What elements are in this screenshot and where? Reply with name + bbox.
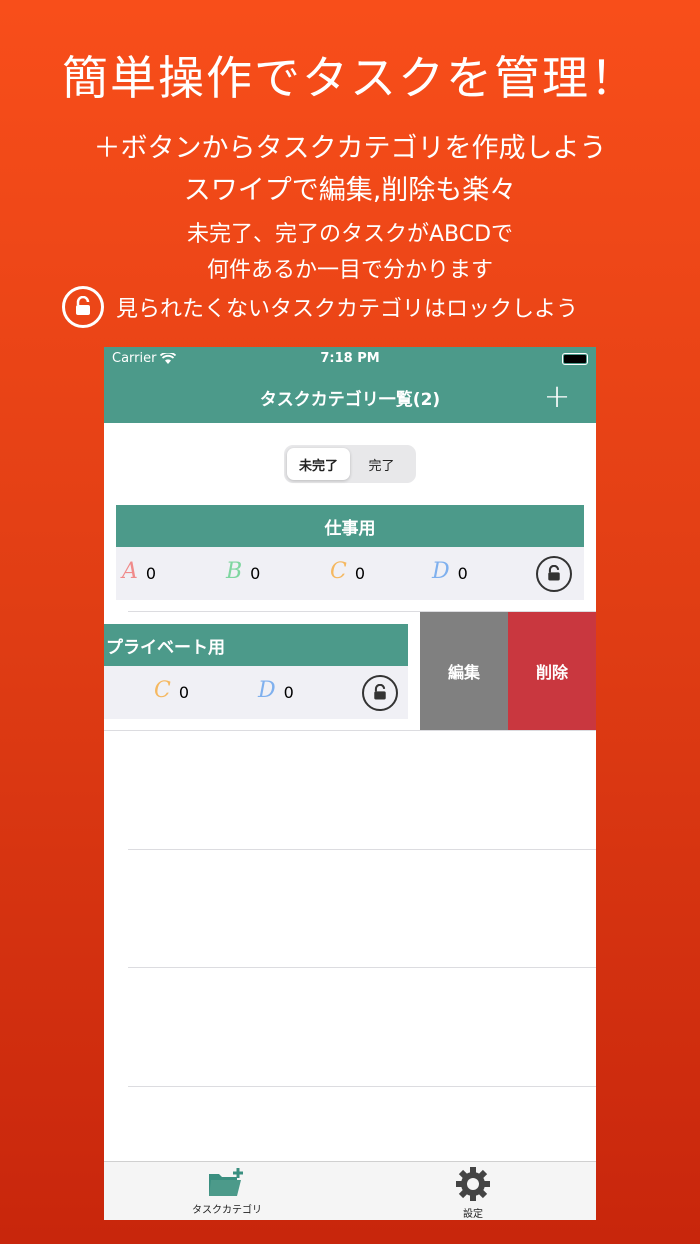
folder-add-icon [209,1168,243,1196]
promo-line-2: スワイプで編集,削除も楽々 [183,175,517,206]
tab-bar: タスクカテゴリ 設定 [104,1161,596,1220]
unlock-icon[interactable] [362,675,398,711]
phone-screen: Carrier 7:18 PM タスクカテゴリ一覧(2) + 未完了 完了 仕事… [104,347,596,1220]
category-cell-work[interactable]: 仕事用 A 0 B 0 C 0 D 0 [116,505,584,600]
row-separator [128,1086,596,1087]
unlock-icon[interactable] [536,556,572,592]
tab-settings[interactable]: 設定 [350,1166,596,1220]
promo-line-1: ＋ボタンからタスクカテゴリを作成しよう [93,133,607,164]
category-counts: A 0 B 0 C 0 D 0 [116,547,584,600]
promo-lock-text: 見られたくないタスクカテゴリはロックしよう [116,297,579,322]
promo-line-4: 何件あるか一目で分かります [206,258,493,283]
count-c: C 0 [154,678,190,703]
category-name: プライベート用 [104,624,408,666]
delete-button[interactable]: 削除 [508,612,596,730]
count-a: A 0 [122,559,157,584]
count-c: C 0 [330,559,366,584]
gear-icon [456,1167,490,1201]
promo-line-3: 未完了、完了のタスクがABCDで [186,222,514,247]
category-cell-private[interactable]: プライベート用 C 0 D 0 [104,624,408,719]
category-counts: C 0 D 0 [104,666,408,719]
status-time: 7:18 PM [320,351,380,366]
add-category-button[interactable]: + [542,380,572,412]
tab-settings-label: 設定 [463,1209,483,1220]
row-separator [104,730,596,731]
row-separator [128,967,596,968]
nav-title: タスクカテゴリ一覧(2) [259,390,441,410]
tab-category-label: タスクカテゴリ [192,1205,262,1216]
battery-icon [562,353,588,365]
count-b: B 0 [226,559,261,584]
row-separator [128,849,596,850]
unlock-icon [62,286,104,328]
segment-incomplete[interactable]: 未完了 [287,448,350,480]
edit-button[interactable]: 編集 [420,612,508,730]
category-name: 仕事用 [116,505,584,547]
segment-complete[interactable]: 完了 [350,448,413,480]
task-status-segment[interactable]: 未完了 完了 [284,445,416,483]
nav-bar: タスクカテゴリ一覧(2) + [104,371,596,423]
promo-lock-row: 見られたくないタスクカテゴリはロックしよう [62,286,578,328]
tab-category[interactable]: タスクカテゴリ [104,1166,350,1216]
status-bar: Carrier 7:18 PM [104,347,596,371]
count-d: D 0 [258,678,294,703]
count-d: D 0 [432,559,468,584]
promo-title: 簡単操作でタスクを管理！ [62,51,638,105]
